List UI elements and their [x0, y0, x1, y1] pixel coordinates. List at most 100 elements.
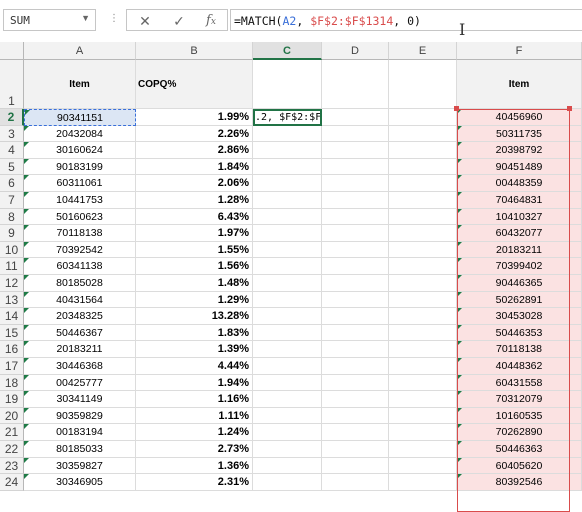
empty-cell[interactable] [322, 341, 389, 358]
item-cell[interactable]: 10441753 [24, 192, 136, 209]
lookup-item-cell[interactable]: 50446353 [457, 324, 582, 342]
column-header-e[interactable]: E [389, 42, 457, 60]
empty-cell[interactable] [322, 208, 389, 226]
empty-cell[interactable] [389, 358, 457, 375]
header-cell-c[interactable] [253, 60, 322, 109]
empty-cell[interactable] [322, 241, 389, 259]
lookup-item-cell[interactable]: 70312079 [457, 391, 582, 408]
item-cell[interactable]: 30160624 [24, 142, 136, 159]
lookup-item-cell[interactable]: 70399402 [457, 258, 582, 275]
column-header-c[interactable]: C [253, 42, 322, 60]
empty-cell[interactable] [253, 192, 322, 209]
empty-cell[interactable] [389, 441, 457, 458]
empty-cell[interactable] [389, 341, 457, 358]
item-cell[interactable]: 80185028 [24, 275, 136, 292]
row-header-15[interactable]: 15 [0, 324, 24, 342]
copq-cell[interactable]: 1.97% [136, 225, 253, 242]
lookup-item-cell[interactable]: 60431558 [457, 374, 582, 392]
empty-cell[interactable] [253, 241, 322, 259]
empty-cell[interactable] [253, 308, 322, 325]
row-header-16[interactable]: 16 [0, 341, 24, 358]
row-header-13[interactable]: 13 [0, 291, 24, 309]
row-header-12[interactable]: 12 [0, 275, 24, 292]
header-cell-b[interactable]: COPQ% [136, 60, 253, 109]
item-cell[interactable]: 30446368 [24, 358, 136, 375]
header-cell-a[interactable]: Item [24, 60, 136, 109]
item-cell[interactable]: 00425777 [24, 374, 136, 392]
row-header-14[interactable]: 14 [0, 308, 24, 325]
empty-cell[interactable] [322, 225, 389, 242]
header-cell-d[interactable] [322, 60, 389, 109]
empty-cell[interactable] [389, 474, 457, 491]
empty-cell[interactable] [253, 324, 322, 342]
formula-input[interactable]: =MATCH(A2, $F$2:$F$1314, 0) [230, 9, 582, 31]
lookup-item-cell[interactable]: 70464831 [457, 192, 582, 209]
copq-cell[interactable]: 2.06% [136, 175, 253, 192]
row-header-19[interactable]: 19 [0, 391, 24, 408]
item-cell[interactable]: 50446367 [24, 324, 136, 342]
item-cell[interactable]: 60311061 [24, 175, 136, 192]
empty-cell[interactable] [253, 341, 322, 358]
lookup-item-cell[interactable]: 20398792 [457, 142, 582, 159]
item-cell[interactable]: 30341149 [24, 391, 136, 408]
empty-cell[interactable] [322, 291, 389, 309]
item-cell[interactable]: 90183199 [24, 158, 136, 176]
empty-cell[interactable] [253, 424, 322, 441]
empty-cell[interactable] [389, 457, 457, 475]
copq-cell[interactable]: 2.73% [136, 441, 253, 458]
item-cell[interactable]: 40431564 [24, 291, 136, 309]
lookup-item-cell[interactable]: 50311735 [457, 125, 582, 143]
item-cell[interactable]: 90359829 [24, 407, 136, 425]
lookup-item-cell[interactable]: 90451489 [457, 158, 582, 176]
empty-cell[interactable] [389, 175, 457, 192]
select-all-corner[interactable] [0, 42, 24, 60]
lookup-item-cell[interactable]: 60432077 [457, 225, 582, 242]
empty-cell[interactable] [322, 358, 389, 375]
row-header-3[interactable]: 3 [0, 125, 24, 143]
empty-cell[interactable] [322, 457, 389, 475]
column-header-a[interactable]: A [24, 42, 136, 60]
empty-cell[interactable] [322, 424, 389, 441]
item-cell[interactable]: 20348325 [24, 308, 136, 325]
range-handle[interactable] [567, 106, 572, 111]
empty-cell[interactable] [253, 374, 322, 392]
empty-cell[interactable] [322, 474, 389, 491]
empty-cell[interactable] [389, 241, 457, 259]
row-header-20[interactable]: 20 [0, 407, 24, 425]
row-header-2[interactable]: 2 [0, 109, 24, 126]
item-cell[interactable]: 70118138 [24, 225, 136, 242]
empty-cell[interactable] [322, 125, 389, 143]
row-header-10[interactable]: 10 [0, 241, 24, 259]
row-header-9[interactable]: 9 [0, 225, 24, 242]
copq-cell[interactable]: 2.86% [136, 142, 253, 159]
empty-cell[interactable] [322, 175, 389, 192]
copq-cell[interactable]: 1.55% [136, 241, 253, 259]
empty-cell[interactable] [253, 275, 322, 292]
copq-cell[interactable]: 1.84% [136, 158, 253, 176]
item-cell[interactable]: 60341138 [24, 258, 136, 275]
empty-cell[interactable] [322, 391, 389, 408]
row-header-18[interactable]: 18 [0, 374, 24, 392]
empty-cell[interactable] [253, 142, 322, 159]
empty-cell[interactable] [389, 407, 457, 425]
copq-cell[interactable]: 1.11% [136, 407, 253, 425]
copq-cell[interactable]: 1.48% [136, 275, 253, 292]
row-header-5[interactable]: 5 [0, 158, 24, 176]
lookup-item-cell[interactable]: 90446365 [457, 275, 582, 292]
copq-cell[interactable]: 1.28% [136, 192, 253, 209]
empty-cell[interactable] [253, 258, 322, 275]
row-header-4[interactable]: 4 [0, 142, 24, 159]
empty-cell[interactable] [389, 125, 457, 143]
lookup-item-cell[interactable]: 50262891 [457, 291, 582, 309]
empty-cell[interactable] [389, 275, 457, 292]
empty-cell[interactable] [322, 324, 389, 342]
column-header-f[interactable]: F [457, 42, 582, 60]
row-header-21[interactable]: 21 [0, 424, 24, 441]
copq-cell[interactable]: 6.43% [136, 208, 253, 226]
empty-cell[interactable] [322, 407, 389, 425]
copq-cell[interactable]: 1.99% [136, 109, 253, 126]
copq-cell[interactable]: 1.94% [136, 374, 253, 392]
empty-cell[interactable] [389, 258, 457, 275]
check-icon[interactable]: ✓ [167, 12, 191, 30]
copq-cell[interactable]: 1.39% [136, 341, 253, 358]
